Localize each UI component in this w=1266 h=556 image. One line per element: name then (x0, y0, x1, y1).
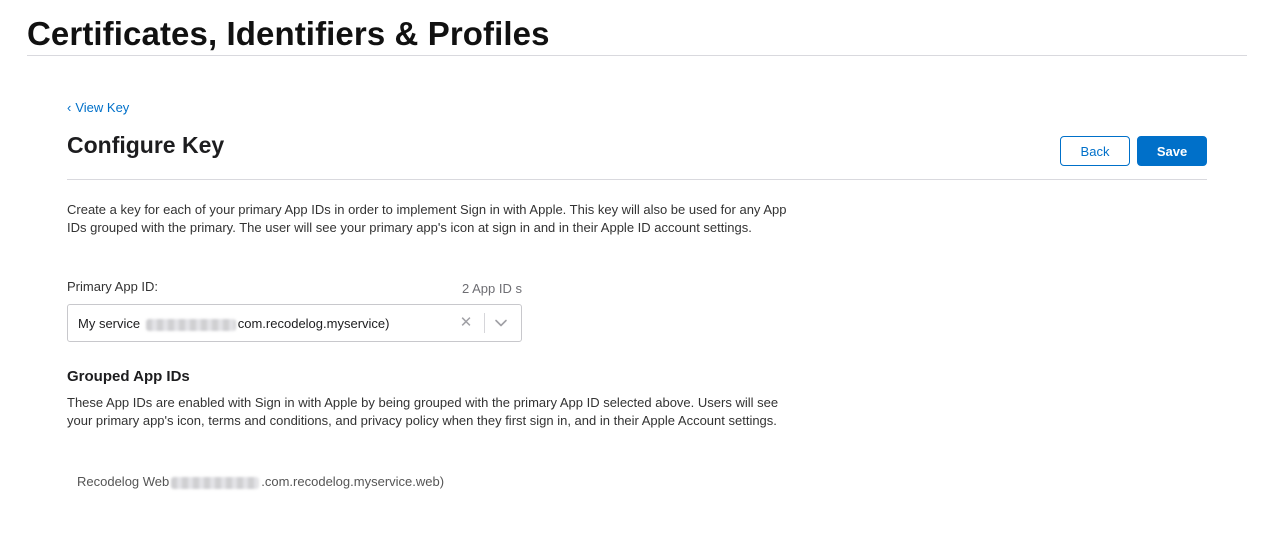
view-key-label: View Key (75, 100, 130, 115)
chevron-left-icon: ‹ (67, 100, 72, 115)
primary-app-id-label: Primary App ID: (67, 279, 159, 294)
section-divider (67, 179, 1207, 180)
primary-app-id-value: My service com.recodelog.myservice) (78, 316, 389, 331)
header-divider (27, 55, 1247, 56)
grouped-app-bundle: .com.recodelog.myservice.web) (261, 474, 445, 489)
list-item: Recodelog Web .com.recodelog.myservice.we… (77, 474, 444, 489)
grouped-app-name: Recodelog Web (77, 474, 170, 489)
primary-app-id-bundle: com.recodelog.myservice) (237, 316, 390, 331)
primary-app-id-select[interactable]: My service com.recodelog.myservice) ✕ (67, 304, 522, 342)
intro-description: Create a key for each of your primary Ap… (67, 202, 787, 235)
grouped-app-ids-heading: Grouped App IDs (67, 368, 190, 385)
page: Certificates, Identifiers & Profiles ‹ Vi… (0, 0, 1266, 556)
redacted-text (145, 318, 236, 331)
page-title: Configure Key (67, 132, 225, 158)
back-button[interactable]: Back (1060, 136, 1130, 166)
view-key-link[interactable]: ‹ View Key (67, 100, 129, 115)
app-id-count: 2 App ID s (462, 281, 522, 296)
chevron-down-icon[interactable] (494, 317, 508, 329)
grouped-app-ids-description: These App IDs are enabled with Sign in w… (67, 395, 779, 428)
save-button[interactable]: Save (1137, 136, 1207, 166)
site-title: Certificates, Identifiers & Profiles (27, 15, 550, 52)
primary-app-id-name: My service (78, 316, 141, 331)
select-divider (484, 313, 485, 333)
redacted-text (171, 476, 260, 489)
clear-icon[interactable]: ✕ (457, 313, 475, 333)
